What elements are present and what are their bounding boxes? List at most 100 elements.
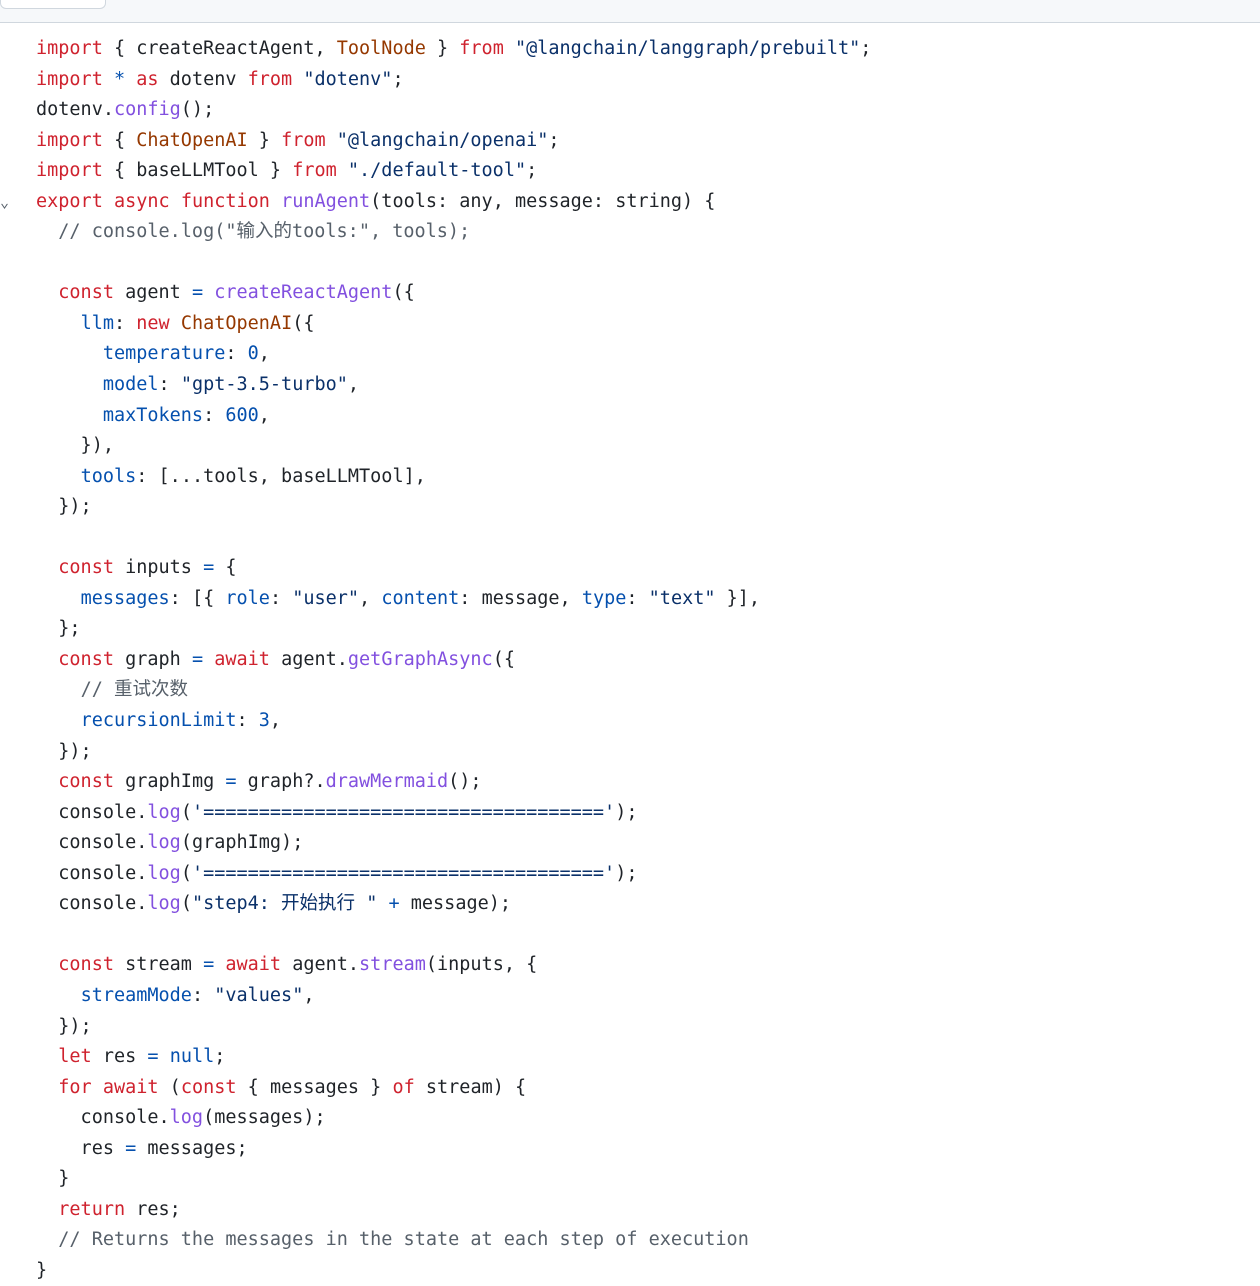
- code-line: };: [0, 614, 1260, 645]
- code-token: }),: [36, 435, 114, 457]
- code-token: :: [269, 587, 293, 609]
- code-token: });: [36, 496, 92, 518]
- code-line: import { ChatOpenAI } from "@langchain/o…: [0, 126, 1260, 157]
- chevron-down-icon[interactable]: ⌄: [0, 187, 14, 217]
- code-token: ,: [359, 587, 382, 609]
- code-line-text: // Returns the messages in the state at …: [36, 1225, 749, 1256]
- code-line-text: import { baseLLMTool } from "./default-t…: [36, 156, 537, 187]
- code-line-text: }: [36, 1164, 69, 1195]
- code-token: res;: [125, 1198, 181, 1220]
- code-token: log: [147, 862, 181, 884]
- code-block: import { createReactAgent, ToolNode } fr…: [0, 34, 1260, 1286]
- code-line: import * as dotenv from "dotenv";: [0, 65, 1260, 96]
- code-token: from: [292, 160, 337, 182]
- code-token: ();: [180, 99, 215, 121]
- code-token: }],: [715, 587, 761, 609]
- code-line-text: res = messages;: [36, 1134, 248, 1165]
- code-token: });: [36, 740, 92, 762]
- code-line-text: model: "gpt-3.5-turbo",: [36, 370, 359, 401]
- code-line: const inputs = {: [0, 553, 1260, 584]
- code-token: const: [58, 771, 114, 793]
- code-token: (tools: any, message: string) {: [370, 190, 716, 212]
- code-line: res = messages;: [0, 1134, 1260, 1165]
- code-token: messages: [80, 587, 170, 609]
- code-token: (: [180, 893, 192, 915]
- code-token: createReactAgent: [136, 38, 315, 59]
- code-line-text: });: [36, 1012, 92, 1043]
- code-line-text: import { ChatOpenAI } from "@langchain/o…: [36, 126, 560, 157]
- code-line: // Returns the messages in the state at …: [0, 1225, 1260, 1256]
- code-token: (inputs, {: [425, 954, 538, 976]
- code-token: content: [381, 587, 460, 609]
- code-token: : message,: [459, 587, 582, 609]
- code-token: :: [236, 710, 259, 732]
- code-line: }),: [0, 431, 1260, 462]
- code-token: getGraphAsync: [347, 648, 493, 670]
- code-token: ;: [548, 129, 560, 151]
- top-toolbar: [0, 0, 1260, 23]
- code-token: stream: [113, 954, 204, 976]
- code-line-text: // 重试次数: [36, 675, 188, 706]
- code-token: async: [113, 190, 170, 212]
- code-token: }: [36, 1259, 48, 1281]
- code-line-text: console.log('===========================…: [36, 859, 637, 890]
- code-line: llm: new ChatOpenAI({: [0, 309, 1260, 340]
- code-token: '====================================': [191, 801, 616, 823]
- code-token: "values": [214, 984, 304, 1006]
- code-token: {: [102, 129, 137, 151]
- code-token: });: [36, 1015, 92, 1037]
- code-token: const: [58, 557, 114, 579]
- code-token: streamMode: [80, 984, 192, 1006]
- code-token: =: [125, 1137, 137, 1159]
- code-token: : [...tools, baseLLMTool],: [136, 465, 426, 487]
- code-token: graph?.: [236, 771, 326, 793]
- code-token: role: [225, 587, 270, 609]
- code-token: ;: [392, 68, 404, 90]
- code-line: });: [0, 492, 1260, 523]
- code-line-text: export async function runAgent(tools: an…: [36, 187, 715, 218]
- code-token: =: [203, 954, 215, 976]
- code-token: log: [147, 893, 181, 915]
- code-token: ,: [347, 374, 360, 396]
- code-token: import: [36, 160, 103, 182]
- code-token: "@langchain/openai": [336, 129, 549, 151]
- code-line-text: maxTokens: 600,: [36, 401, 270, 432]
- code-line: const graphImg = graph?.drawMermaid();: [0, 767, 1260, 798]
- code-token: }: [425, 38, 460, 59]
- code-token: (messages);: [203, 1107, 326, 1129]
- code-token: of: [392, 1076, 415, 1098]
- code-token: export: [36, 190, 103, 212]
- code-token: model: [102, 374, 159, 396]
- code-line-text: recursionLimit: 3,: [36, 706, 282, 737]
- code-line-text: import * as dotenv from "dotenv";: [36, 65, 404, 96]
- code-token: as: [136, 68, 159, 90]
- code-token: (: [180, 862, 192, 884]
- code-line: }: [0, 1164, 1260, 1195]
- code-line: return res;: [0, 1195, 1260, 1226]
- code-line: console.log('===========================…: [0, 859, 1260, 890]
- code-line-text: console.log('===========================…: [36, 798, 637, 829]
- code-token: message);: [399, 893, 512, 915]
- code-line: // console.log("输入的tools:", tools);: [0, 217, 1260, 248]
- code-token: recursionLimit: [80, 710, 237, 732]
- toolbar-tab[interactable]: [0, 0, 106, 9]
- code-token: ChatOpenAI: [136, 129, 248, 151]
- code-token: agent.: [281, 954, 360, 976]
- code-token: dotenv.: [36, 99, 114, 121]
- code-line: }: [0, 1256, 1260, 1286]
- code-token: res: [91, 1046, 148, 1068]
